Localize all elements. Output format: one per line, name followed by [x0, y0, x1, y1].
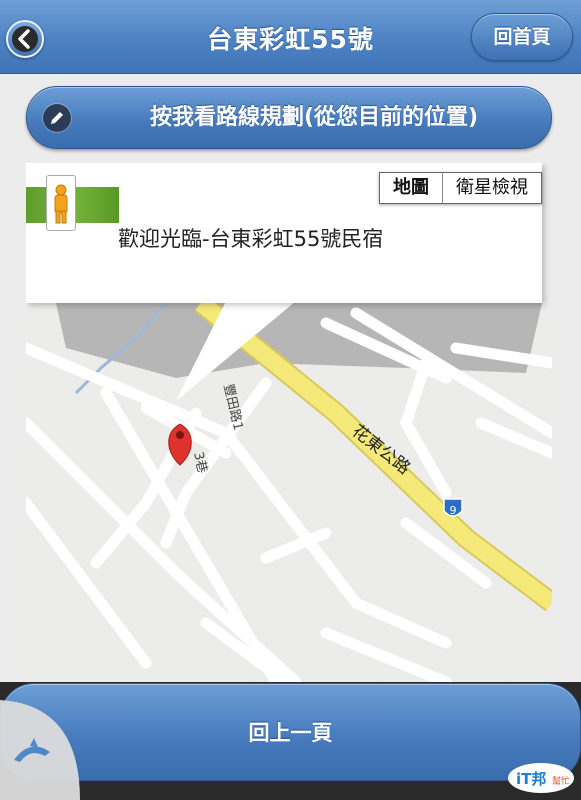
route-shield-icon: 9	[443, 498, 463, 517]
dolphin-icon[interactable]	[0, 700, 80, 800]
pegman-icon[interactable]	[46, 175, 76, 231]
svg-text:9: 9	[450, 504, 457, 517]
back-page-button[interactable]: 回上一頁	[0, 683, 581, 781]
home-button[interactable]: 回首頁	[471, 13, 573, 61]
svg-text:iT邦: iT邦	[516, 770, 546, 788]
map-type-map[interactable]: 地圖	[380, 173, 442, 203]
route-planning-button[interactable]: 按我看路線規劃(從您目前的位置)	[26, 86, 552, 149]
svg-text:幫忙: 幫忙	[552, 775, 570, 787]
map-view[interactable]: 花東公路 豐田路1 3巷 9 歡迎光臨-台東彩虹55號民宿 地圖 衛星檢視	[26, 163, 552, 682]
infowindow-text: 歡迎光臨-台東彩虹55號民宿	[118, 227, 384, 251]
route-button-label: 按我看路線規劃(從您目前的位置)	[149, 105, 479, 130]
watermark-logo: iT邦 幫忙	[508, 763, 574, 793]
lane-label: 3巷	[190, 451, 209, 475]
back-page-label: 回上一頁	[248, 721, 333, 745]
map-type-satellite[interactable]: 衛星檢視	[442, 173, 541, 203]
header-bar: 台東彩虹55號 回首頁	[0, 0, 581, 74]
map-type-switcher: 地圖 衛星檢視	[379, 172, 542, 204]
pencil-icon	[43, 104, 71, 132]
